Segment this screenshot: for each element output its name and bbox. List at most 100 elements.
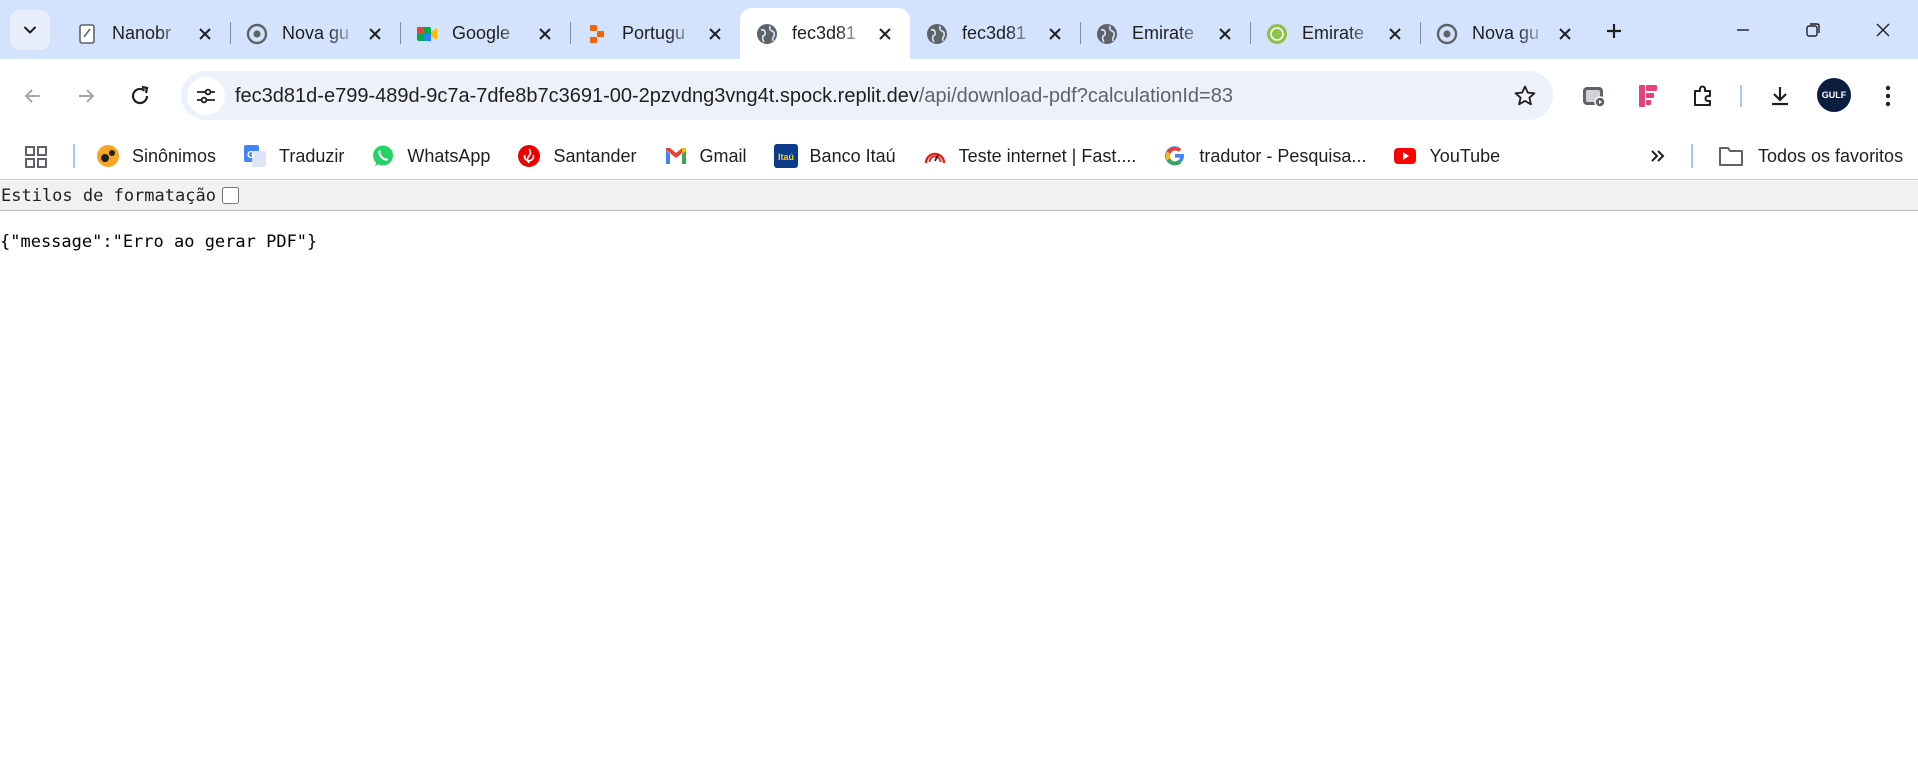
tab-title: Portugu [622,23,686,43]
reload-icon [131,85,149,105]
bookmark-traduzir[interactable]: G Traduzir [239,138,353,174]
bookmark-label: WhatsApp [407,145,491,166]
url-path: /api/download-pdf?calculationId=83 [918,85,1233,107]
tab[interactable]: Nova gu [1420,8,1590,59]
emirates-icon [1266,23,1288,45]
close-icon[interactable] [534,23,556,45]
close-icon[interactable] [1384,23,1406,45]
globe-icon [1096,23,1118,45]
close-icon[interactable] [874,23,896,45]
site-info-button[interactable] [187,77,225,115]
bookmarks-list: Sinônimos G Traduzir WhatsApp Santander … [92,132,1523,180]
chevron-double-right-icon [1651,150,1665,162]
bookmark-gmail[interactable]: Gmail [660,138,756,174]
bookmark-youtube[interactable]: YouTube [1389,138,1509,174]
toolbar-separator [1740,85,1742,107]
bookmark-label: Santander [553,145,637,166]
speedometer-icon [923,144,947,168]
reload-button[interactable] [120,76,160,116]
close-icon[interactable] [1214,23,1236,45]
menu-button[interactable] [1870,78,1906,114]
bookmark-tradutor-search[interactable]: tradutor - Pesquisa... [1159,138,1375,174]
bookmark-star-button[interactable] [1511,82,1539,110]
svg-text:Itaú: Itaú [778,152,794,162]
bookmark-fast[interactable]: Teste internet | Fast.... [919,138,1146,174]
star-icon [1514,85,1536,106]
forward-button[interactable] [66,76,106,116]
close-icon [1876,23,1890,36]
close-icon[interactable] [1554,23,1576,45]
close-icon[interactable] [704,23,726,45]
tab-title: Nanobr [112,23,172,43]
replit-icon [586,23,608,45]
minimize-button[interactable] [1708,0,1778,59]
tab-title: Google [452,23,511,43]
more-bookmarks-button[interactable] [1644,142,1672,170]
globe-icon [926,23,948,45]
all-bookmarks-button[interactable]: Todos os favoritos [1718,132,1903,180]
chrome-icon [246,23,268,45]
tab[interactable]: Emirate [1080,8,1250,59]
tab-title: Nova gu [282,23,350,43]
tab[interactable]: Google [400,8,570,59]
close-icon[interactable] [194,23,216,45]
figma-ext-icon [1639,85,1657,107]
avatar[interactable]: GULF [1817,78,1851,112]
chrome-icon [1436,23,1458,45]
bookmarks-bar: Sinônimos G Traduzir WhatsApp Santander … [0,132,1918,180]
tab-active[interactable]: fec3d81 [740,8,910,59]
more-vert-icon [1885,85,1891,107]
url-text[interactable]: fec3d81d-e799-489d-9c7a-7dfe8b7c3691-00-… [235,85,1233,108]
new-tab-button[interactable] [1597,14,1631,48]
close-icon[interactable] [364,23,386,45]
bookmark-sinonimos[interactable]: Sinônimos [92,138,225,174]
bookmark-label: Traduzir [279,145,345,166]
tab-title: fec3d81 [792,23,857,43]
extensions-menu-button[interactable] [1685,78,1721,114]
address-bar[interactable]: fec3d81d-e799-489d-9c7a-7dfe8b7c3691-00-… [181,71,1553,120]
bookmark-label: Banco Itaú [809,145,896,166]
restore-button[interactable] [1778,0,1848,59]
tab-search-button[interactable] [10,10,50,50]
bookmark-label: YouTube [1429,145,1501,166]
tab-title: Emirate [1132,23,1195,43]
youtube-icon [1393,144,1417,168]
apps-grid-icon[interactable] [24,145,48,169]
tab-list: Nanobr Nova gu Google Portugu fec3d81 fe… [60,8,1590,59]
tab[interactable]: Nanobr [60,8,230,59]
bookmark-whatsapp[interactable]: WhatsApp [367,138,499,174]
google-translate-icon: G [243,144,267,168]
arrow-left-icon [24,89,40,103]
browser-toolbar: fec3d81d-e799-489d-9c7a-7dfe8b7c3691-00-… [0,59,1918,132]
back-button[interactable] [13,76,53,116]
tab[interactable]: fec3d81 [910,8,1080,59]
tab[interactable]: Nova gu [230,8,400,59]
tab[interactable]: Portugu [570,8,740,59]
notepad-icon [76,23,98,45]
itau-icon: Itaú [773,144,798,168]
json-response-text: {"message":"Erro ao gerar PDF"} [0,232,318,252]
santander-icon [517,144,541,168]
close-window-button[interactable] [1848,0,1918,59]
bookmark-itau[interactable]: Itaú Banco Itaú [770,138,905,174]
bookmark-label: Sinônimos [132,145,217,166]
bookmark-label: Gmail [699,145,747,166]
tab-title: Emirate [1302,23,1365,43]
extension-button[interactable] [1630,78,1666,114]
google-meet-icon [416,23,438,45]
tune-icon [197,88,215,104]
format-styles-checkbox[interactable] [221,187,239,204]
download-icon [1772,87,1788,106]
bookmark-label: Teste internet | Fast.... [958,145,1137,166]
format-styles-label: Estilos de formatação [1,185,216,206]
bookmark-santander[interactable]: Santander [513,138,645,174]
globe-icon [756,23,778,45]
screen-recorder-icon [1583,87,1606,108]
tab[interactable]: Emirate [1250,8,1420,59]
extension-button[interactable] [1576,78,1612,114]
close-icon[interactable] [1044,23,1066,45]
puzzle-icon [1694,85,1711,106]
chevron-down-icon [24,26,36,34]
tab-strip: Nanobr Nova gu Google Portugu fec3d81 fe… [0,0,1918,59]
downloads-button[interactable] [1762,78,1798,114]
